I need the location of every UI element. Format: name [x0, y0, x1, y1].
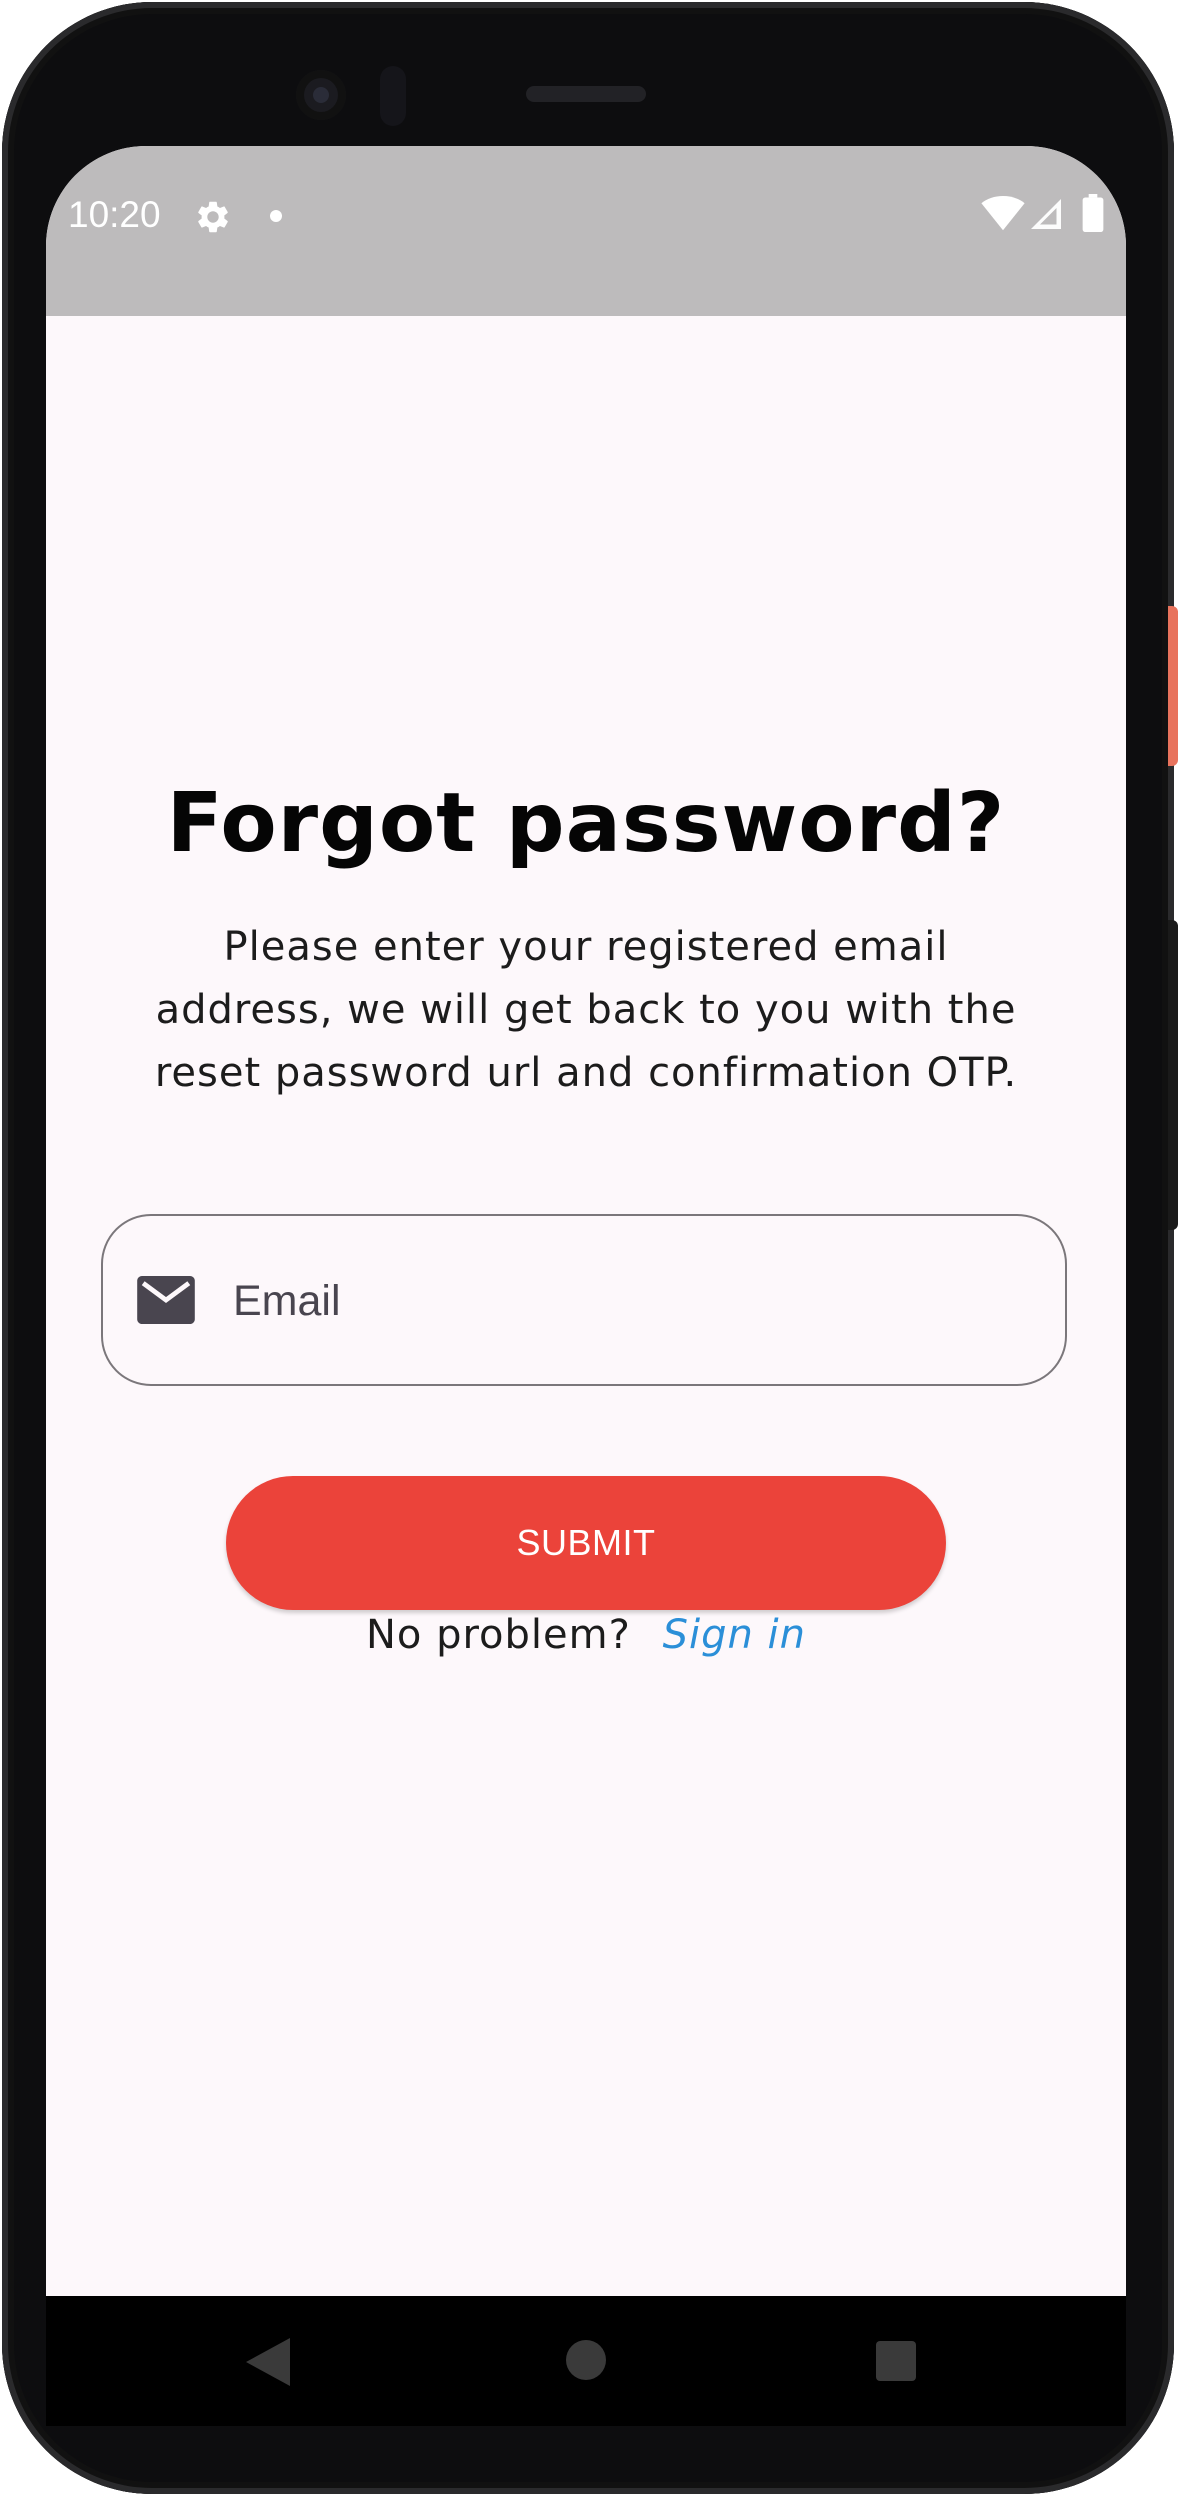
email-input[interactable]: [233, 1256, 1033, 1346]
power-button: [1168, 606, 1178, 766]
status-time: 10:20: [68, 194, 161, 235]
mail-icon: [137, 1276, 195, 1324]
home-circle-icon[interactable]: [566, 2340, 606, 2380]
description-line: address, we will get back to you with th…: [155, 987, 1017, 1033]
submit-button[interactable]: SUBMIT: [226, 1476, 946, 1610]
back-triangle-icon[interactable]: [246, 2338, 290, 2386]
description-line: reset password url and confirmation OTP.: [154, 1050, 1018, 1096]
volume-button: [1168, 920, 1178, 1230]
earpiece-speaker: [526, 86, 646, 102]
status-bar: 10:20: [46, 146, 1126, 316]
gear-icon: [198, 201, 228, 233]
navigation-bar: [46, 2296, 1126, 2426]
page-title: Forgot password?: [166, 776, 1006, 871]
page-description: Please enter your registered email addre…: [106, 916, 1066, 1105]
front-camera: [296, 70, 346, 120]
app-screen: 10:20 Forgot password? Please enter your…: [46, 146, 1126, 2296]
recents-square-icon[interactable]: [876, 2341, 916, 2381]
signin-prompt-text: No problem?: [365, 1612, 631, 1658]
battery-icon: [1082, 194, 1104, 232]
signal-icon: [1031, 199, 1061, 229]
signin-prompt: No problem? Sign in: [46, 1612, 1126, 1658]
description-line: Please enter your registered email: [223, 924, 949, 970]
proximity-sensor: [380, 66, 406, 126]
wifi-icon: [981, 196, 1025, 231]
notification-dot-icon: [270, 210, 282, 222]
sign-in-link[interactable]: Sign in: [663, 1612, 806, 1658]
email-field[interactable]: [101, 1214, 1067, 1386]
